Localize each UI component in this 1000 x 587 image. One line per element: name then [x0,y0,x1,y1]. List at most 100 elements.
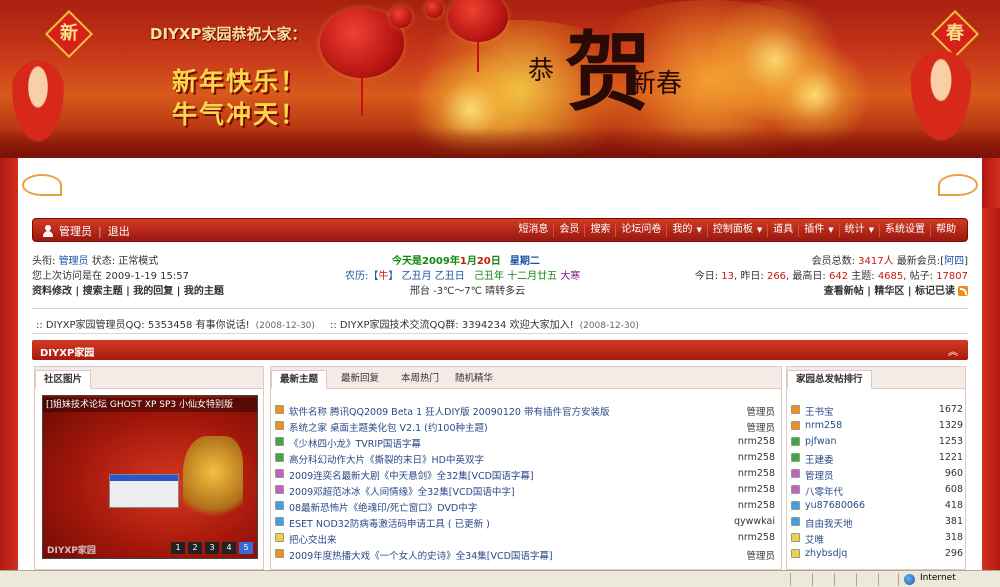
forum-link[interactable]: 查看新帖 [824,286,864,297]
nav-item-label[interactable]: 短消息 [518,224,548,235]
nav-item-4[interactable]: 我的 ▼ [666,223,706,237]
nav-item-label[interactable]: 论坛问卷 [621,224,661,235]
announcement-item[interactable]: :: DIYXP家园管理员QQ: 5353458 有事你说话! (2008-12-… [36,316,315,331]
nav-item-label[interactable]: 控制面板 [713,224,753,235]
nav-item-label[interactable]: 我的 [672,224,692,235]
topic-author[interactable]: qywwkai [734,516,775,527]
rank-user[interactable]: 八零年代 [805,484,843,498]
dropdown-arrow-icon[interactable]: ▼ [757,226,762,234]
topic-row[interactable]: 系统之家 桌面主题美化包 V2.1 (约100种主题) 管理员 [275,418,777,434]
rank-user[interactable]: 自由我天地 [805,516,853,530]
nav-item-8[interactable]: 统计 ▼ [838,223,879,237]
dropdown-arrow-icon[interactable]: ▼ [828,226,833,234]
rank-row[interactable]: 艾唯 318 [791,530,963,546]
nav-item-9[interactable]: 系统设置 [879,223,930,237]
topic-title[interactable]: 2009邓超范冰冰《人间情缘》全32集[VCD国语中字] [289,484,515,498]
rank-row[interactable]: yu87680066 418 [791,498,963,514]
slideshow-page-button[interactable]: 3 [205,542,219,554]
topic-title[interactable]: 08最新恐怖片《绝魂印/死亡窗口》DVD中字 [289,500,477,514]
topic-author[interactable]: 管理员 [746,420,775,434]
logout-link[interactable]: 退出 [108,223,130,239]
rank-user[interactable]: pjfwan [805,436,836,447]
dropdown-arrow-icon[interactable]: ▼ [869,226,874,234]
photo-caption[interactable]: []姐妹技术论坛 GHOST XP SP3 小仙女特别版 [43,398,257,412]
topic-row[interactable]: 2009邓超范冰冰《人间情缘》全32集[VCD国语中字] nrm258 [275,482,777,498]
rank-user[interactable]: 管理员 [805,468,834,482]
nav-item-label[interactable]: 帮助 [936,224,956,235]
rank-row[interactable]: 王建委 1221 [791,450,963,466]
tab-1[interactable]: 最新回复 [333,370,387,389]
collapse-icon[interactable]: ︽ [948,343,958,358]
tab-3[interactable]: 随机精华 [447,370,501,389]
topic-author[interactable]: nrm258 [738,500,775,511]
photo-slideshow[interactable]: []姐妹技术论坛 GHOST XP SP3 小仙女特别版 DIYXP家园 123… [42,395,258,559]
nav-item-label[interactable]: 系统设置 [885,224,925,235]
slideshow-page-button[interactable]: 4 [222,542,236,554]
topic-title[interactable]: 2009年度热播大戏《一个女人的史诗》全34集[VCD国语字幕] [289,548,553,562]
topic-row[interactable]: 软件名称 腾讯QQ2009 Beta 1 狂人DIY版 20090120 带有插… [275,402,777,418]
tab-2[interactable]: 本周热门 [393,370,447,389]
newest-member[interactable]: 阿四 [944,256,964,267]
rank-user[interactable]: yu87680066 [805,500,865,511]
nav-item-label[interactable]: 道具 [773,224,793,235]
nav-item-label[interactable]: 搜索 [590,224,610,235]
profile-link[interactable]: 我的回复 [133,286,173,297]
dropdown-arrow-icon[interactable]: ▼ [696,226,701,234]
slideshow-page-button[interactable]: 2 [188,542,202,554]
rank-row[interactable]: zhybsdjq 296 [791,546,963,562]
tab-0[interactable]: 最新主题 [271,370,328,389]
topic-author[interactable]: 管理员 [746,548,775,562]
announcement-text[interactable]: DIYXP家园管理员QQ: 5353458 有事你说话! [46,320,250,331]
topic-row[interactable]: 2009年度热播大戏《一个女人的史诗》全34集[VCD国语字幕] 管理员 [275,546,777,562]
topic-title[interactable]: 把心交出来 [289,532,337,546]
topic-title[interactable]: 系统之家 桌面主题美化包 V2.1 (约100种主题) [289,420,488,434]
username-link[interactable]: 管理员 [59,223,92,239]
section-title[interactable]: DIYXP家园 [40,344,94,359]
announcement-text[interactable]: DIYXP家园技术交流QQ群: 3394234 欢迎大家加入! [340,320,574,331]
rank-user[interactable]: 艾唯 [805,532,824,546]
rank-user[interactable]: 王建委 [805,452,834,466]
rank-user[interactable]: 王书宝 [805,404,834,418]
topic-title[interactable]: 高分科幻动作大片《撕裂的末日》HD中英双字 [289,452,484,466]
rank-row[interactable]: 自由我天地 381 [791,514,963,530]
nav-item-label[interactable]: 统计 [845,224,865,235]
nav-item-2[interactable]: 搜索 [584,223,615,237]
nav-item-6[interactable]: 道具 [767,223,798,237]
announcement-item[interactable]: :: DIYXP家园技术交流QQ群: 3394234 欢迎大家加入! (2008-… [330,316,639,331]
topic-row[interactable]: 把心交出来 nrm258 [275,530,777,546]
rank-row[interactable]: 八零年代 608 [791,482,963,498]
nav-item-0[interactable]: 短消息 [513,223,553,237]
nav-item-1[interactable]: 会员 [553,223,584,237]
nav-item-10[interactable]: 帮助 [930,223,961,237]
topic-author[interactable]: nrm258 [738,484,775,495]
tab-post-ranking[interactable]: 家园总发帖排行 [787,370,872,389]
topic-author[interactable]: 管理员 [746,404,775,418]
topic-title[interactable]: ESET NOD32防病毒激活码申请工具 ( 已更新 ) [289,516,490,530]
topic-row[interactable]: 2009连奕名最新大剧《中天悬剑》全32集[VCD国语字幕] nrm258 [275,466,777,482]
nav-item-7[interactable]: 插件 ▼ [798,223,838,237]
topic-title[interactable]: 2009连奕名最新大剧《中天悬剑》全32集[VCD国语字幕] [289,468,534,482]
profile-link[interactable]: 搜索主题 [83,286,123,297]
slideshow-page-button[interactable]: 5 [239,542,253,554]
topic-title[interactable]: 《少林四小龙》TVRIP国语字幕 [289,436,421,450]
topic-author[interactable]: nrm258 [738,452,775,463]
head-value[interactable]: 管理员 [59,256,89,267]
nav-item-label[interactable]: 会员 [559,224,579,235]
forum-link[interactable]: 标记已读 [915,286,955,297]
topic-row[interactable]: ESET NOD32防病毒激活码申请工具 ( 已更新 ) qywwkai [275,514,777,530]
profile-link[interactable]: 我的主题 [184,286,224,297]
nav-item-label[interactable]: 插件 [804,224,824,235]
topic-row[interactable]: 《少林四小龙》TVRIP国语字幕 nrm258 [275,434,777,450]
rank-row[interactable]: 王书宝 1672 [791,402,963,418]
rank-row[interactable]: pjfwan 1253 [791,434,963,450]
rank-row[interactable]: 管理员 960 [791,466,963,482]
rank-user[interactable]: nrm258 [805,420,842,431]
topic-author[interactable]: nrm258 [738,436,775,447]
slideshow-page-button[interactable]: 1 [171,542,185,554]
nav-item-3[interactable]: 论坛问卷 [615,223,666,237]
rss-icon[interactable] [958,286,968,296]
topic-author[interactable]: nrm258 [738,468,775,479]
rank-user[interactable]: zhybsdjq [805,548,847,559]
profile-link[interactable]: 资料修改 [32,286,72,297]
rank-row[interactable]: nrm258 1329 [791,418,963,434]
